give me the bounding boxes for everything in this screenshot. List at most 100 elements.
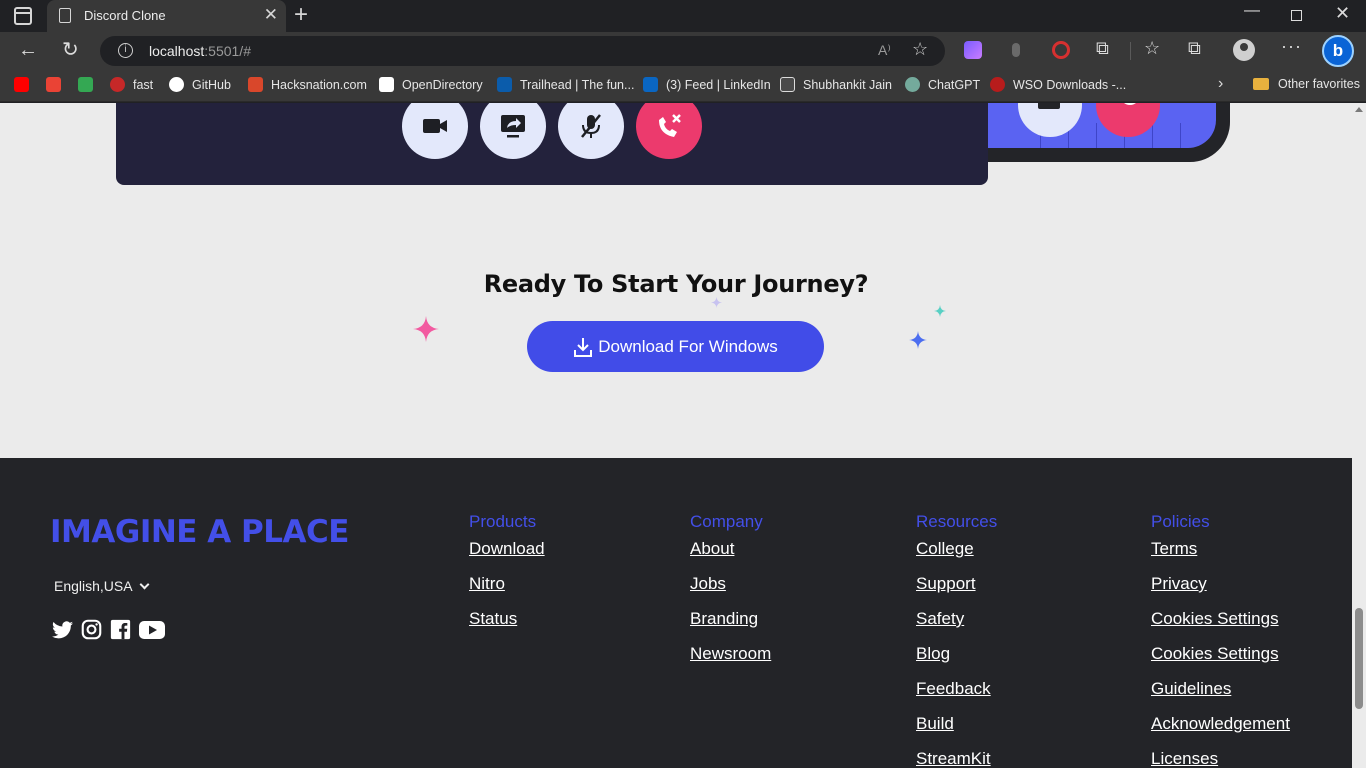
site-footer: IMAGINE A PLACE English,USA Products Dow…	[0, 458, 1352, 768]
bookmark-wso[interactable]: WSO Downloads -...	[990, 77, 1126, 92]
bookmark-github[interactable]: GitHub	[169, 77, 231, 92]
close-window-icon[interactable]: ✕	[1335, 3, 1350, 24]
bookmark-gmail[interactable]	[46, 77, 69, 92]
column-heading: Company	[690, 512, 763, 531]
download-windows-button[interactable]: Download For Windows	[527, 321, 824, 372]
language-selector[interactable]: English,USA	[54, 578, 150, 594]
drive-icon	[78, 77, 93, 92]
phone-mockup	[988, 103, 1230, 162]
footer-link[interactable]: Branding	[690, 607, 771, 630]
camera-button[interactable]	[402, 103, 468, 159]
bookmark-chatgpt[interactable]: ChatGPT	[905, 77, 980, 92]
call-controls-panel	[116, 103, 988, 185]
share-screen-button[interactable]	[480, 103, 546, 159]
browser-tab-active[interactable]: Discord Clone ✕	[47, 0, 286, 32]
browser-toolbar: ← ↻ i localhost:5501/# A⁾ ☆ ⧉ ☆ ⧉ ··· b	[0, 32, 1366, 70]
sparkle-icon	[909, 331, 927, 349]
extension-icon[interactable]	[1052, 41, 1070, 59]
bookmark-linkedin[interactable]: (3) Feed | LinkedIn	[643, 77, 771, 92]
footer-link[interactable]: Newsroom	[690, 642, 771, 665]
facebook-icon[interactable]	[110, 619, 131, 640]
minimize-icon[interactable]: —	[1244, 2, 1260, 20]
footer-link[interactable]: Download	[469, 537, 545, 560]
footer-link[interactable]: Acknowledgement	[1151, 712, 1290, 735]
footer-column-products: Products Download Nitro Status	[469, 512, 545, 630]
back-icon[interactable]: ←	[18, 40, 38, 60]
phone-icon	[1120, 103, 1140, 105]
twitter-icon[interactable]	[52, 620, 73, 639]
address-bar[interactable]: i localhost:5501/# A⁾ ☆	[100, 36, 945, 66]
tab-actions-icon[interactable]	[14, 7, 32, 25]
reload-icon[interactable]: ↻	[62, 40, 79, 60]
chevron-down-icon	[139, 579, 150, 589]
github-icon	[169, 77, 184, 92]
page-viewport: Ready To Start Your Journey? Download Fo…	[0, 103, 1352, 768]
footer-link[interactable]: Build	[916, 712, 997, 735]
social-links	[52, 619, 165, 640]
bookmark-fast[interactable]: fast	[110, 77, 153, 92]
screen-share-icon	[501, 115, 525, 138]
new-tab-icon[interactable]: +	[294, 1, 308, 29]
extensions-puzzle-icon[interactable]: ⧉	[1096, 38, 1114, 58]
fast-icon	[110, 77, 125, 92]
maximize-icon[interactable]	[1291, 10, 1302, 21]
copilot-extension-icon[interactable]	[964, 41, 982, 59]
footer-link[interactable]: Safety	[916, 607, 997, 630]
toolbar-divider	[1130, 42, 1131, 60]
instagram-icon[interactable]	[81, 619, 102, 640]
bookmarks-bar: fast GitHub Hacksnation.com OpenDirector…	[0, 70, 1366, 102]
bookmark-trailhead[interactable]: Trailhead | The fun...	[497, 77, 634, 92]
tab-title: Discord Clone	[84, 8, 166, 23]
footer-link[interactable]: StreamKit	[916, 747, 997, 768]
footer-column-resources: Resources College Support Safety Blog Fe…	[916, 512, 997, 768]
footer-link[interactable]: Nitro	[469, 572, 545, 595]
footer-link[interactable]: Cookies Settings	[1151, 607, 1290, 630]
footer-link[interactable]: Feedback	[916, 677, 997, 700]
footer-link[interactable]: Status	[469, 607, 545, 630]
footer-link[interactable]: Support	[916, 572, 997, 595]
end-call-button[interactable]	[636, 103, 702, 159]
youtube-icon[interactable]	[139, 620, 165, 640]
mute-button[interactable]	[558, 103, 624, 159]
bookmark-shubhankit[interactable]: Shubhankit Jain	[780, 77, 892, 92]
hacksnation-icon	[248, 77, 263, 92]
bing-copilot-icon[interactable]: b	[1322, 35, 1354, 67]
column-heading: Policies	[1151, 512, 1210, 531]
read-aloud-icon[interactable]: A⁾	[878, 42, 891, 59]
site-info-icon[interactable]: i	[118, 43, 133, 58]
language-label: English,USA	[54, 578, 133, 594]
footer-brand: IMAGINE A PLACE	[50, 514, 349, 550]
bookmark-drive[interactable]	[78, 77, 101, 92]
folder-icon	[1253, 78, 1269, 90]
footer-link[interactable]: Blog	[916, 642, 997, 665]
url-text[interactable]: localhost:5501/#	[149, 43, 251, 59]
wso-icon	[990, 77, 1005, 92]
extension-icon[interactable]	[1012, 43, 1020, 57]
scrollbar-thumb[interactable]	[1355, 608, 1363, 709]
video-camera-icon	[423, 119, 447, 133]
chevron-right-icon[interactable]: ›	[1218, 75, 1223, 93]
favorites-icon[interactable]: ☆	[1144, 38, 1162, 58]
footer-link[interactable]: Licenses	[1151, 747, 1290, 768]
footer-link[interactable]: Jobs	[690, 572, 771, 595]
add-favorite-icon[interactable]: ☆	[912, 39, 928, 60]
linkedin-icon	[643, 77, 658, 92]
collections-icon[interactable]: ⧉	[1188, 38, 1206, 58]
bookmark-hacksnation[interactable]: Hacksnation.com	[248, 77, 367, 92]
footer-column-company: Company About Jobs Branding Newsroom	[690, 512, 771, 665]
footer-link[interactable]: Privacy	[1151, 572, 1290, 595]
bookmark-youtube[interactable]	[14, 77, 37, 92]
footer-link[interactable]: Guidelines	[1151, 677, 1290, 700]
bookmark-opendirectory[interactable]: OpenDirectory	[379, 77, 483, 92]
close-tab-icon[interactable]: ✕	[264, 5, 278, 25]
footer-link[interactable]: About	[690, 537, 771, 560]
browser-tab-bar: Discord Clone ✕ + — ✕	[0, 0, 1366, 32]
more-menu-icon[interactable]: ···	[1281, 36, 1302, 57]
footer-link[interactable]: Cookies Settings	[1151, 642, 1290, 665]
profile-avatar[interactable]	[1233, 39, 1255, 61]
other-favorites[interactable]: Other favorites	[1253, 77, 1360, 91]
page-scrollbar[interactable]	[1352, 103, 1366, 768]
footer-link[interactable]: College	[916, 537, 997, 560]
footer-link[interactable]: Terms	[1151, 537, 1290, 560]
scroll-up-arrow[interactable]	[1355, 107, 1363, 112]
